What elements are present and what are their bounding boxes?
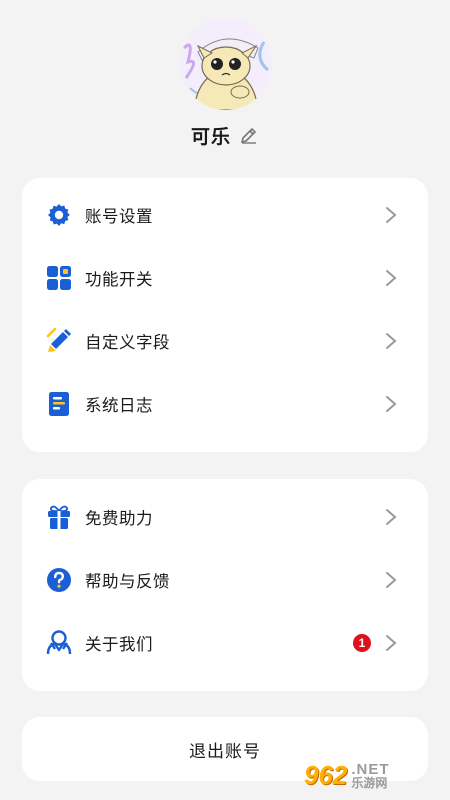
watermark-number: 962 (304, 759, 348, 790)
grid-toggle-icon (45, 264, 73, 292)
site-watermark: 962 .NET 乐游网 (304, 756, 444, 794)
watermark-net: .NET (351, 760, 390, 778)
chevron-right-icon (384, 633, 398, 653)
menu-item-label: 功能开关 (85, 270, 153, 289)
chevron-right-icon (384, 507, 398, 527)
avatar[interactable] (180, 18, 272, 110)
chevron-right-icon (384, 394, 398, 414)
menu-item-account-settings[interactable]: 账号设置 (22, 187, 428, 243)
edit-icon[interactable] (239, 125, 259, 145)
watermark-site: 乐游网 (351, 775, 388, 790)
menu-item-custom-fields[interactable]: 自定义字段 (22, 313, 428, 369)
menu-item-label: 免费助力 (85, 509, 153, 528)
username-row[interactable]: 可乐 (0, 120, 450, 150)
menu-item-system-log[interactable]: 系统日志 (22, 376, 428, 432)
menu-item-about-us[interactable]: 关于我们 1 (22, 615, 428, 671)
menu-item-free-boost[interactable]: 免费助力 (22, 489, 428, 545)
support-card: 免费助力 帮助与反馈 关于我们 1 (22, 479, 428, 691)
gear-icon (45, 201, 73, 229)
menu-item-label: 关于我们 (85, 635, 153, 654)
gift-icon (45, 503, 73, 531)
menu-item-label: 账号设置 (85, 207, 153, 226)
menu-item-label: 系统日志 (85, 396, 153, 415)
logout-label: 退出账号 (189, 741, 261, 762)
menu-item-label: 自定义字段 (85, 333, 170, 352)
username: 可乐 (190, 125, 231, 148)
settings-card: 账号设置 功能开关 自定义字段 系统日志 (22, 178, 428, 452)
pencil-edit-icon (45, 327, 73, 355)
menu-item-help-feedback[interactable]: 帮助与反馈 (22, 552, 428, 608)
people-icon (45, 629, 73, 657)
chevron-right-icon (384, 205, 398, 225)
chevron-right-icon (384, 570, 398, 590)
menu-item-feature-toggles[interactable]: 功能开关 (22, 250, 428, 306)
document-log-icon (45, 390, 73, 418)
chevron-right-icon (384, 268, 398, 288)
chevron-right-icon (384, 331, 398, 351)
notification-badge: 1 (353, 634, 371, 652)
menu-item-label: 帮助与反馈 (85, 572, 170, 591)
question-icon (45, 566, 73, 594)
